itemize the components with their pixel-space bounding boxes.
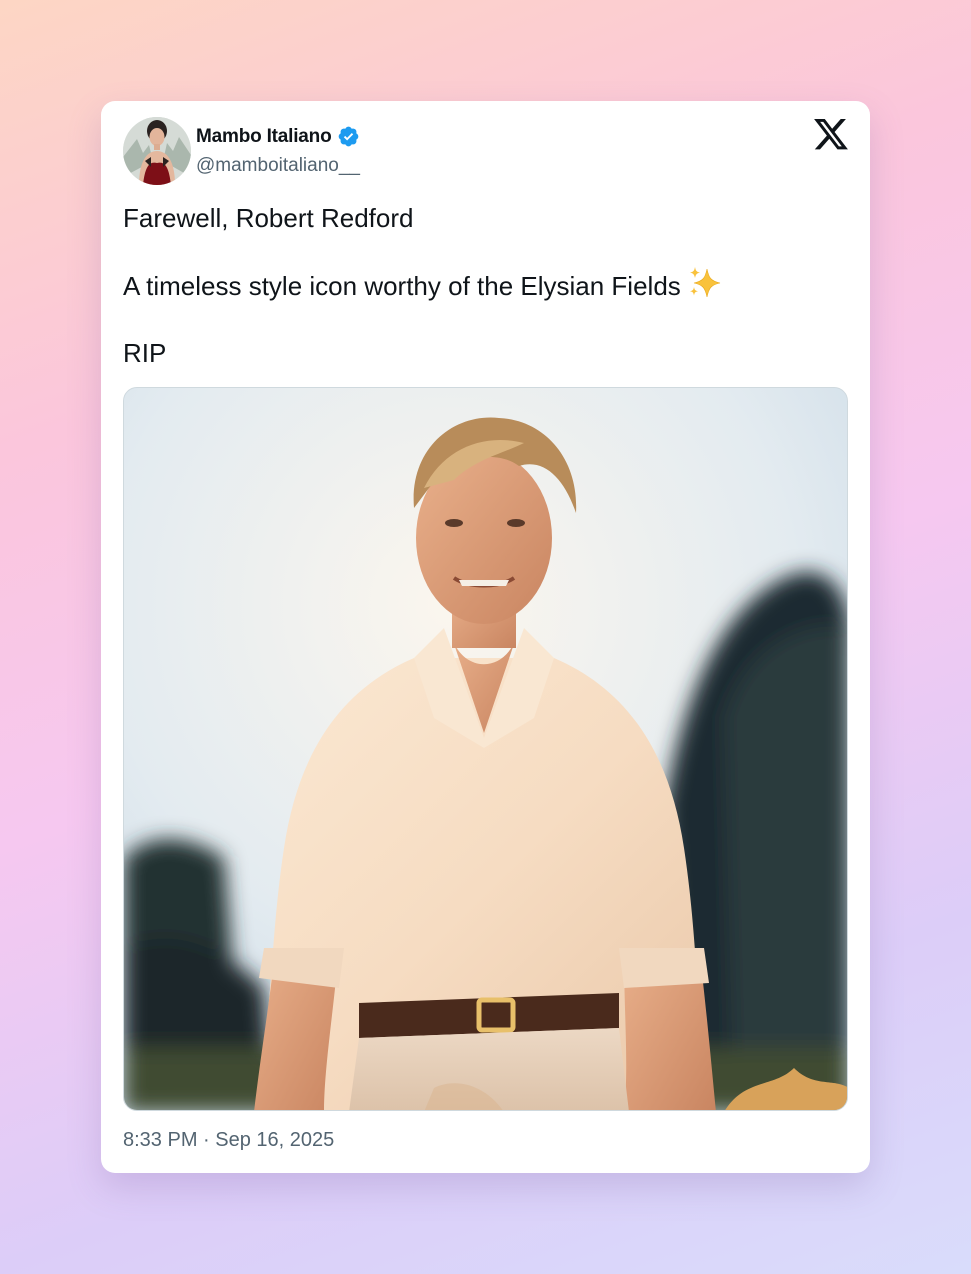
avatar-image (123, 117, 191, 185)
tweet-paragraph-2: A timeless style icon worthy of the Elys… (123, 266, 843, 305)
tweet-media-photo[interactable] (123, 387, 848, 1111)
tweet-paragraph-2-text: A timeless style icon worthy of the Elys… (123, 271, 681, 301)
author-handle[interactable]: @mamboitaliano__ (196, 155, 360, 177)
tweet-timestamp[interactable]: 8:33 PM · Sep 16, 2025 (123, 1129, 334, 1152)
author-display-name[interactable]: Mambo Italiano (196, 126, 332, 148)
tweet-body: Farewell, Robert Redford A timeless styl… (123, 199, 843, 401)
tweet-card: Mambo Italiano @mamboitaliano__ Farewell… (101, 101, 870, 1173)
tweet-paragraph-1: Farewell, Robert Redford (123, 203, 414, 233)
sparkles-icon (689, 267, 720, 298)
photo-man-white-shirt (124, 388, 847, 1110)
verified-badge-icon (338, 126, 358, 147)
tweet-paragraph-3: RIP (123, 338, 167, 368)
author-name-row: Mambo Italiano (196, 125, 360, 148)
x-logo-icon[interactable] (814, 119, 848, 150)
author-avatar[interactable] (123, 117, 191, 185)
